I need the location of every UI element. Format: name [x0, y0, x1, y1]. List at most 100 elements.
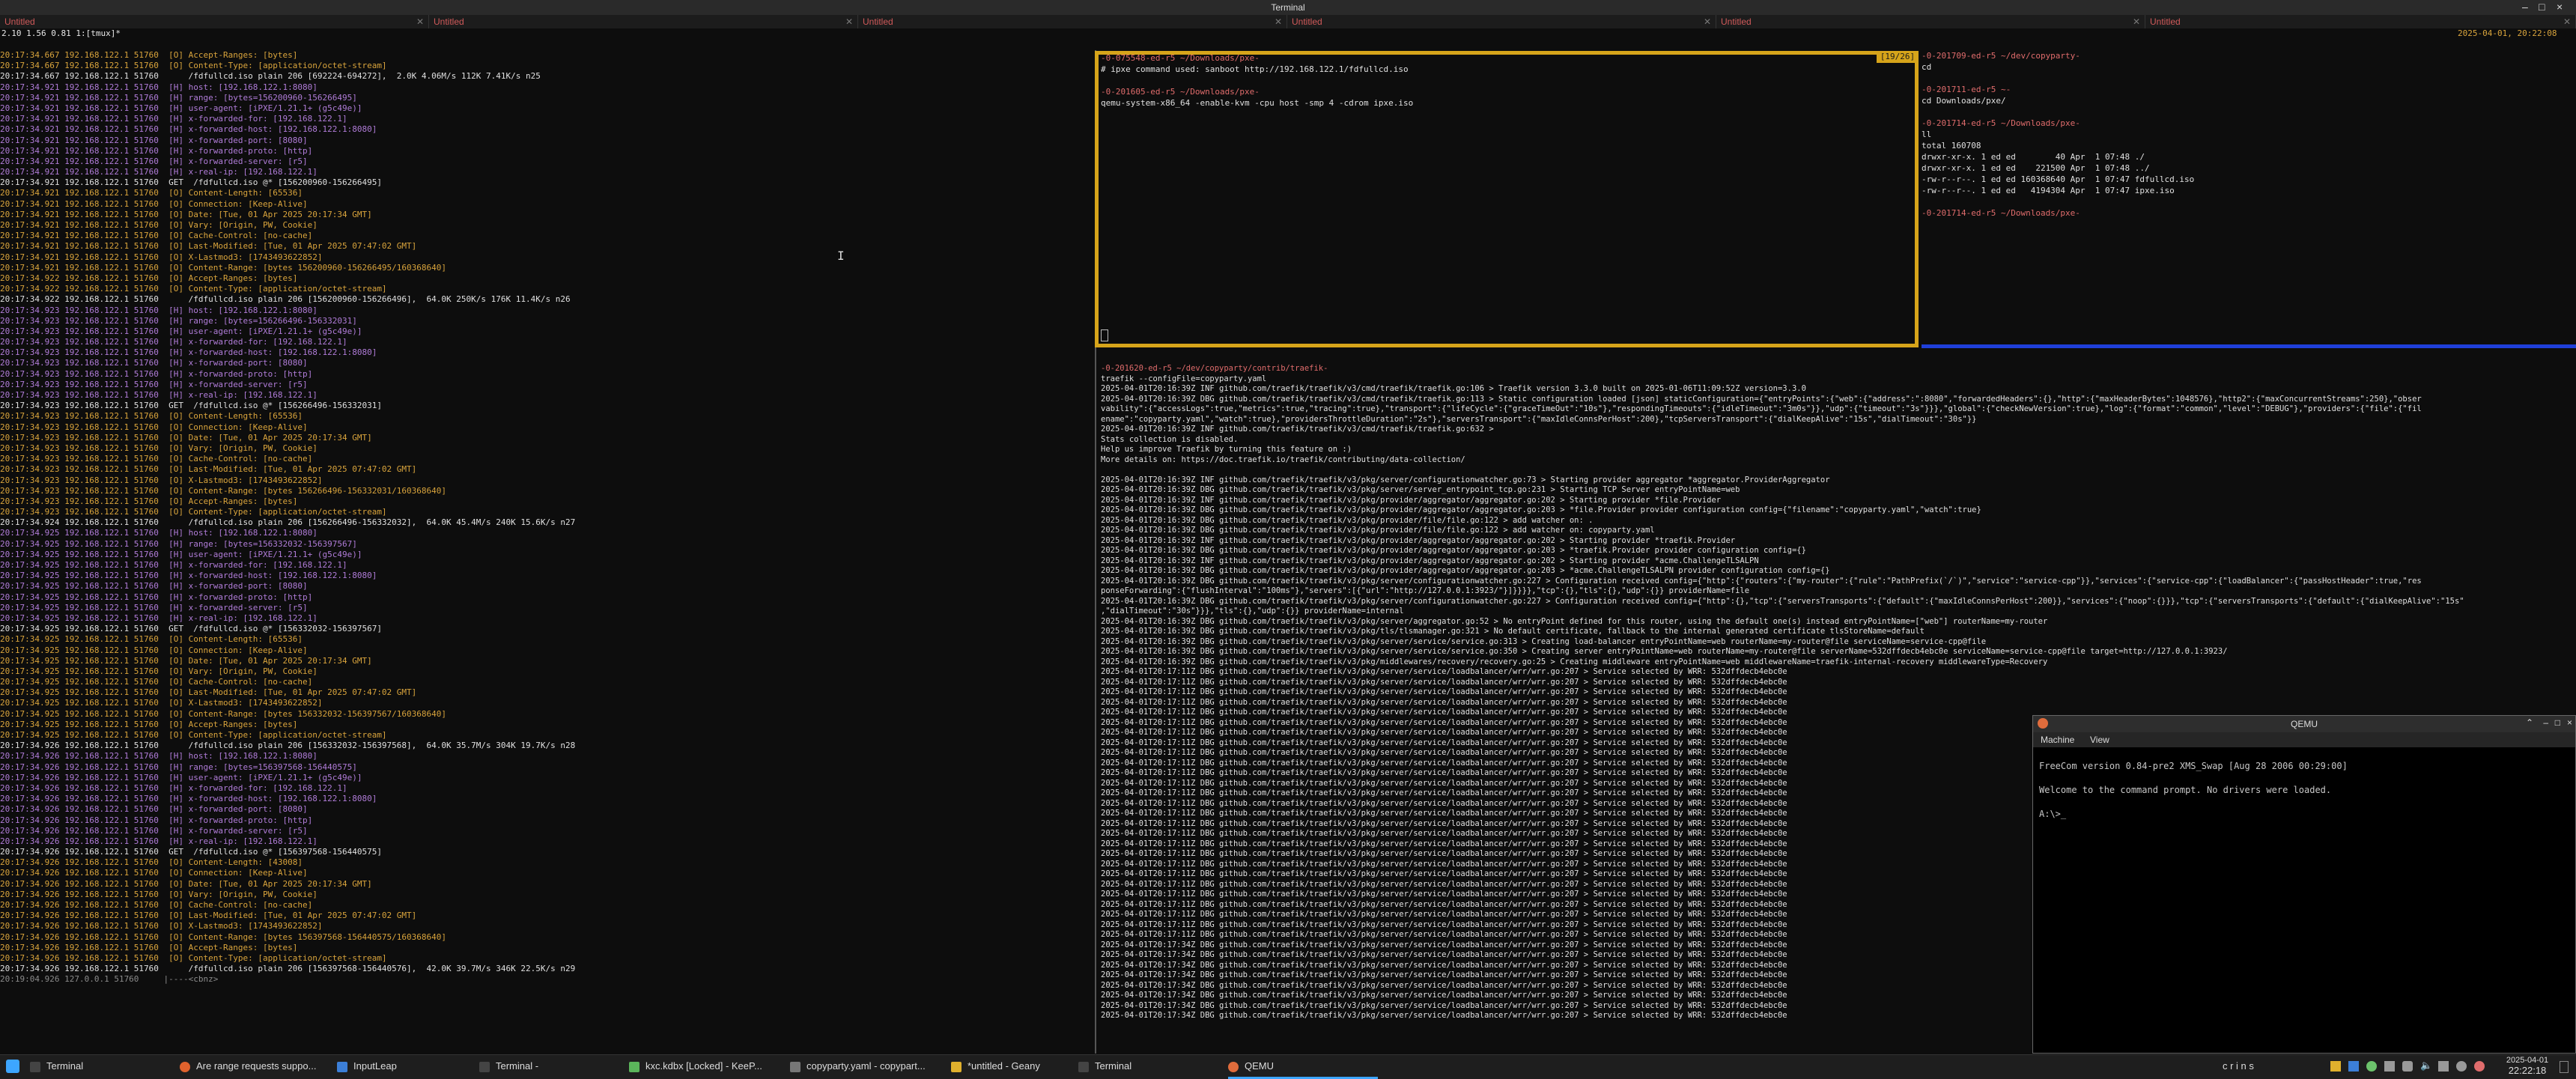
task-inputleap[interactable]: InputLeap	[337, 1055, 479, 1079]
close-icon[interactable]: ×	[2557, 1, 2563, 13]
task-qemu[interactable]: QEMU	[1228, 1055, 1378, 1079]
log-line: 20:17:34.925 192.168.122.1 51760 [O] X-L…	[0, 698, 323, 708]
tray-app-icon[interactable]	[2348, 1061, 2359, 1072]
close-icon[interactable]: ×	[2567, 717, 2572, 728]
log-line: 20:17:34.921 192.168.122.1 51760 [H] ran…	[0, 92, 357, 103]
volume-icon[interactable]: 🔈	[2420, 1060, 2432, 1072]
tab-close-icon[interactable]: ✕	[1275, 15, 1282, 28]
log-line: 20:17:34.926 192.168.122.1 51760 /fdfull…	[0, 741, 576, 751]
menu-machine[interactable]: Machine	[2041, 735, 2074, 745]
log-line: 20:17:34.925 192.168.122.1 51760 [O] Con…	[0, 645, 308, 655]
log-line: 20:17:34.926 192.168.122.1 51760 [H] use…	[0, 772, 362, 782]
log-line: 20:17:34.921 192.168.122.1 51760 [H] x-f…	[0, 114, 347, 124]
log-line: 20:17:34.923 192.168.122.1 51760 [H] ran…	[0, 315, 357, 326]
tab-close-icon[interactable]: ✕	[845, 15, 853, 28]
geany-icon	[951, 1061, 962, 1072]
log-line: 20:17:34.926 192.168.122.1 51760 [O] Las…	[0, 911, 417, 921]
minimize-icon[interactable]: ⌃	[2526, 717, 2533, 728]
log-line: 20:19:04.926 127.0.0.1 51760 |----<cbnz>	[0, 974, 219, 985]
log-line: 20:17:34.926 192.168.122.1 51760 [H] ran…	[0, 762, 357, 772]
tab-6[interactable]: Untitled ✕	[2145, 15, 2576, 28]
shell-line: -0-201714-ed-r5 ~/Downloads/pxe-	[1922, 208, 2080, 218]
maximize-icon[interactable]: □	[2539, 1, 2545, 13]
log-line: 20:17:34.926 192.168.122.1 51760 [H] x-f…	[0, 804, 308, 815]
log-line: 20:17:34.926 192.168.122.1 51760 [H] x-f…	[0, 782, 347, 793]
show-desktop-icon[interactable]	[2560, 1061, 2569, 1073]
clock[interactable]: 2025-04-01 22:22:18	[2501, 1056, 2554, 1076]
log-line: 20:17:34.926 192.168.122.1 51760 [O] Acc…	[0, 942, 298, 952]
log-line: 20:17:34.921 192.168.122.1 51760 [H] x-f…	[0, 124, 377, 135]
task-label: QEMU	[1245, 1060, 1274, 1072]
dos-line	[2039, 773, 2348, 785]
log-line: 20:17:34.921 192.168.122.1 51760 [O] Las…	[0, 241, 417, 252]
task-terminal-2[interactable]: Terminal -	[479, 1055, 629, 1079]
tab-5[interactable]: Untitled ✕	[1716, 15, 2145, 28]
log-line: 20:17:34.926 192.168.122.1 51760 [O] Cac…	[0, 900, 313, 910]
tab-close-icon[interactable]: ✕	[416, 15, 424, 28]
terminal-pane-mid-top[interactable]: -0-075548-ed-r5 ~/Downloads/pxe- # ipxe c…	[1101, 52, 1872, 343]
log-line: 20:17:34.923 192.168.122.1 51760 [O] Var…	[0, 443, 318, 453]
task-terminal-3[interactable]: Terminal	[1078, 1055, 1228, 1079]
traefik-log-line: Help us improve Traefik by turning this …	[1101, 445, 1352, 454]
minimize-icon[interactable]: –	[2543, 717, 2548, 728]
dos-line: FreeCom version 0.84-pre2 XMS_Swap [Aug …	[2039, 761, 2348, 771]
minimize-icon[interactable]: –	[2522, 1, 2528, 13]
log-line: 20:17:34.926 192.168.122.1 51760 [O] Var…	[0, 889, 318, 899]
log-line: 20:17:34.923 192.168.122.1 51760 [H] x-r…	[0, 390, 318, 400]
log-line: 20:17:34.923 192.168.122.1 51760 [O] Las…	[0, 464, 417, 475]
shell-line: ll	[1922, 130, 1932, 139]
qemu-display[interactable]: FreeCom version 0.84-pre2 XMS_Swap [Aug …	[2033, 747, 2575, 1053]
tab-2[interactable]: Untitled ✕	[429, 15, 858, 28]
app-launcher-icon[interactable]	[6, 1060, 19, 1073]
dos-line	[2039, 797, 2348, 809]
task-browser[interactable]: Are range requests suppo...	[180, 1055, 337, 1079]
log-line: 20:17:34.921 192.168.122.1 51760 [O] X-L…	[0, 252, 323, 262]
traefik-log-line: 2025-04-01T20:16:39Z INF github.com/trae…	[1101, 495, 1722, 505]
log-line: 20:17:34.923 192.168.122.1 51760 [H] use…	[0, 326, 362, 336]
tray-app-icon[interactable]	[2330, 1061, 2341, 1072]
log-line: 20:17:34.921 192.168.122.1 51760 [O] Cac…	[0, 231, 313, 241]
terminal-pane-right-top[interactable]: -0-201709-ed-r5 ~/dev/copyparty-cd -0-201…	[1922, 50, 2573, 342]
log-line: 20:17:34.923 192.168.122.1 51760 [H] x-f…	[0, 379, 308, 389]
network-icon[interactable]	[2402, 1061, 2413, 1072]
power-icon[interactable]	[2456, 1061, 2467, 1072]
qemu-window[interactable]: QEMU ⌃ – □ × Machine View FreeCom versio…	[2032, 715, 2576, 1054]
tab-label: Untitled	[1721, 16, 1752, 27]
task-label: Terminal	[46, 1060, 84, 1072]
editor-icon	[790, 1061, 801, 1072]
traefik-log-line: 2025-04-01T20:17:11Z DBG github.com/trae…	[1101, 697, 1787, 707]
bluetooth-icon[interactable]	[2438, 1061, 2449, 1072]
tab-close-icon[interactable]: ✕	[2563, 15, 2571, 28]
log-line: 20:17:34.925 192.168.122.1 51760 [H] hos…	[0, 528, 318, 538]
tab-1[interactable]: Untitled ✕	[0, 15, 429, 28]
tab-4[interactable]: Untitled ✕	[1287, 15, 1716, 28]
log-line: 20:17:34.667 192.168.122.1 51760 [O] Acc…	[0, 50, 298, 60]
tab-close-icon[interactable]: ✕	[1704, 15, 1711, 28]
log-line: 20:17:34.926 192.168.122.1 51760 [H] x-f…	[0, 825, 308, 836]
task-copyparty-yaml[interactable]: copyparty.yaml - copypart...	[790, 1055, 951, 1079]
log-line: 20:17:34.925 192.168.122.1 51760 [O] Con…	[0, 730, 387, 740]
traefik-log-line: 2025-04-01T20:16:39Z DBG github.com/trae…	[1101, 546, 1806, 555]
shell-line: # ipxe command used: sanboot http://192.…	[1101, 64, 1409, 74]
terminal-pane-left[interactable]: 20:17:34.667 192.168.122.1 51760 [O] Acc…	[0, 50, 1093, 1039]
notification-icon[interactable]	[2474, 1061, 2485, 1072]
log-line: 20:17:34.925 192.168.122.1 51760 [O] Con…	[0, 634, 303, 645]
tab-bar: Untitled ✕ Untitled ✕ Untitled ✕ Untitled ✕ …	[0, 15, 2576, 28]
log-line: 20:17:34.923 192.168.122.1 51760 [H] hos…	[0, 305, 318, 315]
log-line: 20:17:34.921 192.168.122.1 51760 [O] Con…	[0, 262, 447, 273]
window-title: Terminal	[1271, 2, 1305, 13]
dos-line: Welcome to the command prompt. No driver…	[2039, 785, 2332, 795]
clock-date: 2025-04-01	[2506, 1056, 2549, 1065]
tab-3[interactable]: Untitled ✕	[858, 15, 1287, 28]
tray-app-icon[interactable]	[2366, 1061, 2377, 1072]
task-keepass[interactable]: kxc.kdbx [Locked] - KeeP...	[629, 1055, 790, 1079]
log-line: 20:17:34.923 192.168.122.1 51760 [O] Con…	[0, 411, 303, 422]
menu-view[interactable]: View	[2090, 735, 2109, 745]
qemu-title-bar[interactable]: QEMU ⌃ – □ ×	[2033, 716, 2575, 732]
log-line: 20:17:34.926 192.168.122.1 51760 [O] Con…	[0, 868, 308, 878]
tab-close-icon[interactable]: ✕	[2133, 15, 2140, 28]
task-terminal-1[interactable]: Terminal	[30, 1055, 180, 1079]
tray-text: c r i n s	[2223, 1060, 2254, 1072]
clipboard-icon[interactable]	[2384, 1061, 2395, 1072]
maximize-icon[interactable]: □	[2555, 717, 2560, 728]
